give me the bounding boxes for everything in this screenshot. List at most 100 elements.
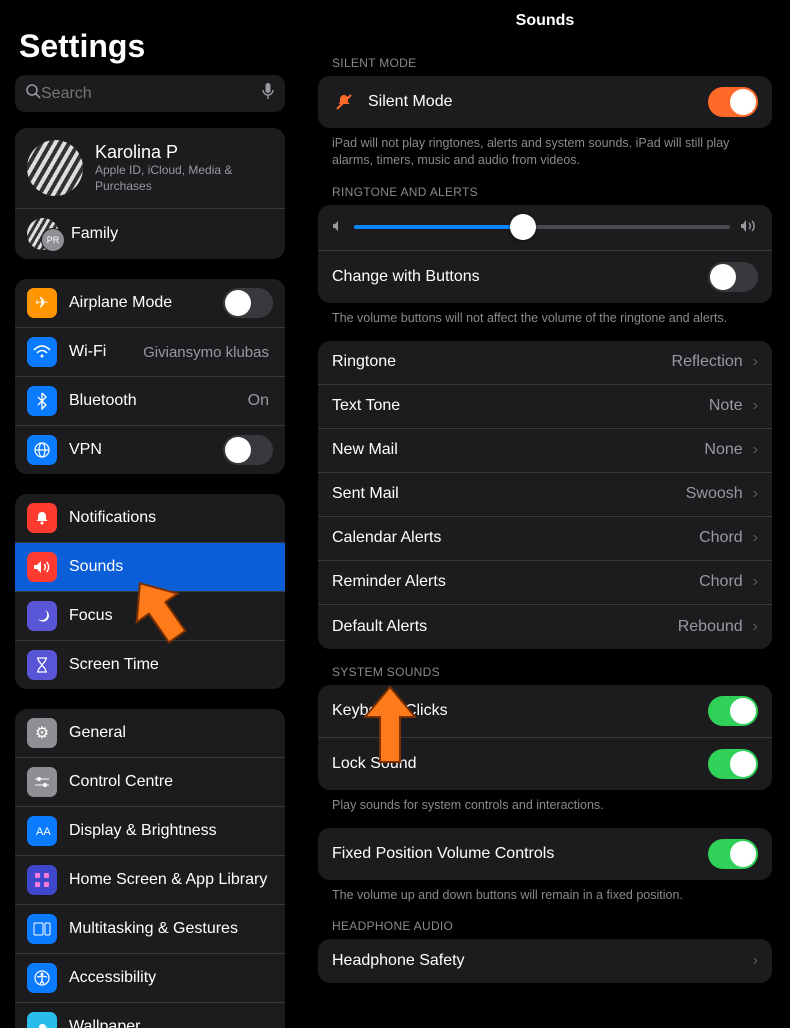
sidebar-item-notifications[interactable]: Notifications <box>15 494 285 543</box>
reminder-alerts-value: Chord <box>699 573 747 591</box>
silent-mode-label: Silent Mode <box>368 93 453 111</box>
sidebar-item-sounds[interactable]: Sounds <box>15 543 285 592</box>
multitasking-icon <box>27 914 57 944</box>
notifications-group: Notifications Sounds Focus Screen Time <box>15 494 285 689</box>
wifi-label: Wi-Fi <box>69 343 106 361</box>
focus-label: Focus <box>69 607 113 625</box>
account-subtitle: Apple ID, iCloud, Media & Purchases <box>95 163 273 194</box>
vpn-icon <box>27 435 57 465</box>
lock-sound-label: Lock Sound <box>332 755 417 773</box>
change-with-buttons-row[interactable]: Change with Buttons <box>318 251 772 303</box>
text-tone-value: Note <box>709 397 747 415</box>
family-row[interactable]: Family <box>15 209 285 259</box>
chevron-right-icon: › <box>753 353 758 371</box>
ringtone-header: RINGTONE AND ALERTS <box>332 185 768 199</box>
sidebar-item-vpn[interactable]: VPN <box>15 426 285 474</box>
sidebar-item-bluetooth[interactable]: Bluetooth On <box>15 377 285 426</box>
chevron-right-icon: › <box>753 441 758 459</box>
silent-mode-row[interactable]: Silent Mode <box>318 76 772 128</box>
volume-slider-row[interactable] <box>318 205 772 251</box>
grid-icon <box>27 865 57 895</box>
headphone-header: HEADPHONE AUDIO <box>332 919 768 933</box>
bluetooth-label: Bluetooth <box>69 392 137 410</box>
keyboard-clicks-toggle[interactable] <box>708 696 758 726</box>
bluetooth-value: On <box>248 392 273 410</box>
new-mail-value: None <box>704 441 746 459</box>
connectivity-group: ✈ Airplane Mode Wi-Fi Giviansymo klubas … <box>15 279 285 474</box>
text-tone-label: Text Tone <box>332 397 400 415</box>
screen-time-label: Screen Time <box>69 656 159 674</box>
airplane-icon: ✈ <box>27 288 57 318</box>
sounds-detail-pane: Sounds SILENT MODE Silent Mode iPad will… <box>300 0 790 1028</box>
change-with-buttons-toggle[interactable] <box>708 262 758 292</box>
silent-footer: iPad will not play ringtones, alerts and… <box>332 135 762 169</box>
calendar-alerts-row[interactable]: Calendar Alerts Chord › <box>318 517 772 561</box>
sidebar-item-accessibility[interactable]: Accessibility <box>15 954 285 1003</box>
silent-mode-toggle[interactable] <box>708 87 758 117</box>
sidebar-item-general[interactable]: ⚙ General <box>15 709 285 758</box>
fixed-position-row[interactable]: Fixed Position Volume Controls <box>318 828 772 880</box>
account-group: Karolina P Apple ID, iCloud, Media & Pur… <box>15 128 285 259</box>
reminder-alerts-row[interactable]: Reminder Alerts Chord › <box>318 561 772 605</box>
ringtone-row[interactable]: Ringtone Reflection › <box>318 341 772 385</box>
sidebar-item-display[interactable]: AA Display & Brightness <box>15 807 285 856</box>
settings-sidebar: Settings Karolina P Apple ID, iCloud, Me… <box>0 0 300 1028</box>
search-field[interactable] <box>15 75 285 112</box>
sound-types-group: Ringtone Reflection › Text Tone Note › N… <box>318 341 772 649</box>
search-input[interactable] <box>41 85 261 103</box>
lock-sound-toggle[interactable] <box>708 749 758 779</box>
wallpaper-icon <box>27 1012 57 1028</box>
bell-slash-icon <box>332 90 356 114</box>
chevron-right-icon: › <box>753 397 758 415</box>
sidebar-item-focus[interactable]: Focus <box>15 592 285 641</box>
chevron-right-icon: › <box>753 529 758 547</box>
chevron-right-icon: › <box>753 573 758 591</box>
headphone-safety-row[interactable]: Headphone Safety › <box>318 939 772 983</box>
vpn-label: VPN <box>69 441 102 459</box>
mic-icon[interactable] <box>261 82 275 105</box>
fixed-position-toggle[interactable] <box>708 839 758 869</box>
gear-icon: ⚙ <box>27 718 57 748</box>
sidebar-item-wifi[interactable]: Wi-Fi Giviansymo klubas <box>15 328 285 377</box>
reminder-alerts-label: Reminder Alerts <box>332 573 446 591</box>
bluetooth-icon <box>27 386 57 416</box>
default-alerts-label: Default Alerts <box>332 618 427 636</box>
sidebar-item-multitasking[interactable]: Multitasking & Gestures <box>15 905 285 954</box>
new-mail-label: New Mail <box>332 441 398 459</box>
sidebar-item-airplane[interactable]: ✈ Airplane Mode <box>15 279 285 328</box>
sidebar-item-screen-time[interactable]: Screen Time <box>15 641 285 689</box>
default-alerts-row[interactable]: Default Alerts Rebound › <box>318 605 772 649</box>
hourglass-icon <box>27 650 57 680</box>
new-mail-row[interactable]: New Mail None › <box>318 429 772 473</box>
volume-slider[interactable] <box>354 225 730 229</box>
sent-mail-value: Swoosh <box>686 485 747 503</box>
ringtone-label: Ringtone <box>332 353 396 371</box>
search-icon <box>25 83 41 104</box>
airplane-toggle[interactable] <box>223 288 273 318</box>
chevron-right-icon: › <box>753 485 758 503</box>
general-label: General <box>69 724 126 742</box>
sent-mail-row[interactable]: Sent Mail Swoosh › <box>318 473 772 517</box>
apple-id-row[interactable]: Karolina P Apple ID, iCloud, Media & Pur… <box>15 128 285 209</box>
detail-title: Sounds <box>318 0 772 40</box>
fixed-position-footer: The volume up and down buttons will rema… <box>332 887 762 904</box>
brightness-icon: AA <box>27 816 57 846</box>
bell-icon <box>27 503 57 533</box>
wallpaper-label: Wallpaper <box>69 1018 140 1028</box>
silent-header: SILENT MODE <box>332 56 768 70</box>
keyboard-clicks-row[interactable]: Keyboard Clicks <box>318 685 772 738</box>
system-sounds-footer: Play sounds for system controls and inte… <box>332 797 762 814</box>
vpn-toggle[interactable] <box>223 435 273 465</box>
text-tone-row[interactable]: Text Tone Note › <box>318 385 772 429</box>
sidebar-item-home-screen[interactable]: Home Screen & App Library <box>15 856 285 905</box>
sent-mail-label: Sent Mail <box>332 485 399 503</box>
chevron-right-icon: › <box>753 952 758 970</box>
volume-high-icon <box>740 219 758 236</box>
lock-sound-row[interactable]: Lock Sound <box>318 738 772 790</box>
sliders-icon <box>27 767 57 797</box>
multitasking-label: Multitasking & Gestures <box>69 920 238 938</box>
sidebar-item-wallpaper[interactable]: Wallpaper <box>15 1003 285 1028</box>
family-avatar <box>27 218 59 250</box>
sidebar-item-control-centre[interactable]: Control Centre <box>15 758 285 807</box>
chevron-right-icon: › <box>753 618 758 636</box>
